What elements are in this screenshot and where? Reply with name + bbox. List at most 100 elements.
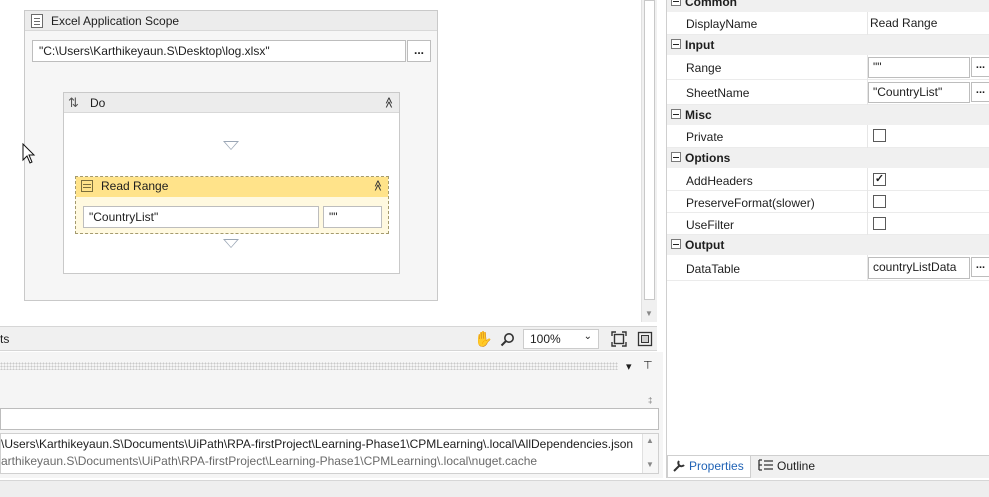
property-name: AddHeaders [686,174,753,188]
range-expression-button[interactable]: ... [971,57,989,77]
do-header[interactable]: ⇅ Do ≪ [64,93,399,113]
column-divider [867,168,868,191]
read-range-icon [81,180,93,192]
overview-icon[interactable] [637,331,653,347]
range-input[interactable]: "" [868,57,970,78]
designer-scroll-thumb[interactable] [644,0,655,300]
property-name: DataTable [686,262,741,276]
property-row-addheaders[interactable]: AddHeaders ✓ [667,168,989,191]
column-divider [867,191,868,213]
workbook-path-input[interactable]: "C:\Users\Karthikeyaun.S\Desktop\log.xls… [32,40,406,62]
displayname-value[interactable]: Read Range [870,16,937,30]
tab-properties[interactable]: Properties [667,456,751,478]
output-log-line: arthikeyaun.S\Documents\UiPath\RPA-first… [1,454,538,468]
category-label: Options [685,151,731,165]
collapse-toggle-icon[interactable] [671,109,681,119]
category-options[interactable]: Options [667,148,989,168]
category-common[interactable]: Common [667,0,989,12]
category-misc[interactable]: Misc [667,105,989,125]
zoom-level-value: 100% [530,332,561,346]
tab-outline[interactable]: Outline [754,456,824,478]
browse-file-button[interactable]: ... [407,40,431,62]
collapse-toggle-icon[interactable] [671,152,681,162]
datatable-expression-button[interactable]: ... [971,257,989,277]
drop-target-arrow-top[interactable] [223,141,239,150]
do-collapse-button[interactable]: ≪ [383,97,396,109]
datatable-input[interactable]: countryListData [868,257,970,279]
tab-properties-label: Properties [689,459,744,473]
column-divider [867,125,868,148]
property-row-sheetname[interactable]: SheetName "CountryList" ... [667,80,989,105]
excel-scope-header[interactable]: Excel Application Scope [25,11,437,31]
usefilter-checkbox[interactable] [873,217,886,230]
column-divider [867,213,868,235]
panel-grip[interactable] [0,362,618,370]
scroll-down-arrow-icon[interactable]: ▼ [645,309,653,318]
collapse-toggle-icon[interactable] [671,239,681,249]
pin-icon[interactable]: ⊥ [643,358,653,371]
category-label: Input [685,38,715,52]
designer-canvas[interactable]: Excel Application Scope "C:\Users\Karthi… [0,0,657,326]
excel-scope-title: Excel Application Scope [51,14,180,28]
fit-screen-icon[interactable] [611,331,627,347]
scroll-marker-icon: ‡ [648,396,653,405]
mouse-cursor-icon [22,143,36,164]
property-row-private[interactable]: Private [667,125,989,148]
preserveformat-checkbox[interactable] [873,195,886,208]
property-row-range[interactable]: Range "" ... [667,55,989,80]
search-zoom-icon[interactable] [500,332,515,347]
output-log-list[interactable]: \Users\Karthikeyaun.S\Documents\UiPath\R… [0,433,659,474]
collapse-toggle-icon[interactable] [671,0,681,6]
sheetname-input[interactable]: "CountryList" [868,82,970,103]
output-panel: ▾ ⊥ ‡ \Users\Karthikeyaun.S\Documents\Ui… [0,352,663,478]
tab-outline-label: Outline [777,459,816,473]
category-label: Misc [685,108,712,122]
property-row-usefilter[interactable]: UseFilter [667,213,989,235]
addheaders-checkbox[interactable]: ✓ [873,173,886,186]
panel-dropdown-button[interactable]: ▾ [626,360,632,373]
category-label: Output [685,238,725,252]
excel-application-scope[interactable]: Excel Application Scope "C:\Users\Karthi… [24,10,438,301]
category-label: Common [685,0,737,9]
chevron-down-icon: ⌄ [583,331,592,342]
scroll-down-arrow-icon[interactable]: ▼ [646,460,654,469]
category-output[interactable]: Output [667,235,989,255]
read-range-collapse-button[interactable]: ≪ [372,180,385,192]
property-name: Private [686,130,724,144]
excel-scope-icon [31,14,43,28]
hand-pan-icon[interactable]: ✋ [474,330,493,348]
private-checkbox[interactable] [873,129,886,142]
range-field[interactable]: "" [323,206,382,228]
read-range-header[interactable]: Read Range ≪ [76,177,388,197]
application-status-bar [0,480,989,497]
do-sequence[interactable]: ⇅ Do ≪ Read Range ≪ "CountryList" "" [63,92,400,274]
designer-vertical-scrollbar[interactable]: ▼ [641,0,657,322]
output-vertical-scrollbar[interactable]: ▲ ▼ [642,434,658,473]
properties-tabstrip: Properties Outline [667,455,989,478]
sequence-icon: ⇅ [68,95,79,110]
property-name: UseFilter [686,218,735,232]
read-range-activity[interactable]: Read Range ≪ "CountryList" "" [75,176,389,234]
collapse-toggle-icon[interactable] [671,39,681,49]
designer-status-bar: ts ✋ 100% ⌄ [0,326,657,351]
outline-icon [758,459,773,471]
output-log-line: \Users\Karthikeyaun.S\Documents\UiPath\R… [1,437,634,451]
property-name: Range [686,61,722,75]
imports-tab-label[interactable]: ts [0,332,9,346]
column-divider [867,12,868,35]
property-row-datatable[interactable]: DataTable countryListData ... [667,255,989,281]
properties-panel: Common DisplayName Read Range Input Rang… [666,0,989,478]
sheet-name-field[interactable]: "CountryList" [83,206,319,228]
drop-target-arrow-bottom[interactable] [223,239,239,248]
scroll-up-arrow-icon[interactable]: ▲ [646,436,654,445]
zoom-level-select[interactable]: 100% ⌄ [523,329,599,349]
sheetname-expression-button[interactable]: ... [971,82,989,102]
property-name: PreserveFormat(slower) [686,196,815,210]
wrench-icon [673,460,685,472]
category-input[interactable]: Input [667,35,989,55]
property-row-preserveformat[interactable]: PreserveFormat(slower) [667,191,989,213]
read-range-title: Read Range [101,179,169,193]
property-name: SheetName [686,86,750,100]
output-filter-input[interactable] [0,408,659,430]
property-row-displayname[interactable]: DisplayName Read Range [667,12,989,35]
